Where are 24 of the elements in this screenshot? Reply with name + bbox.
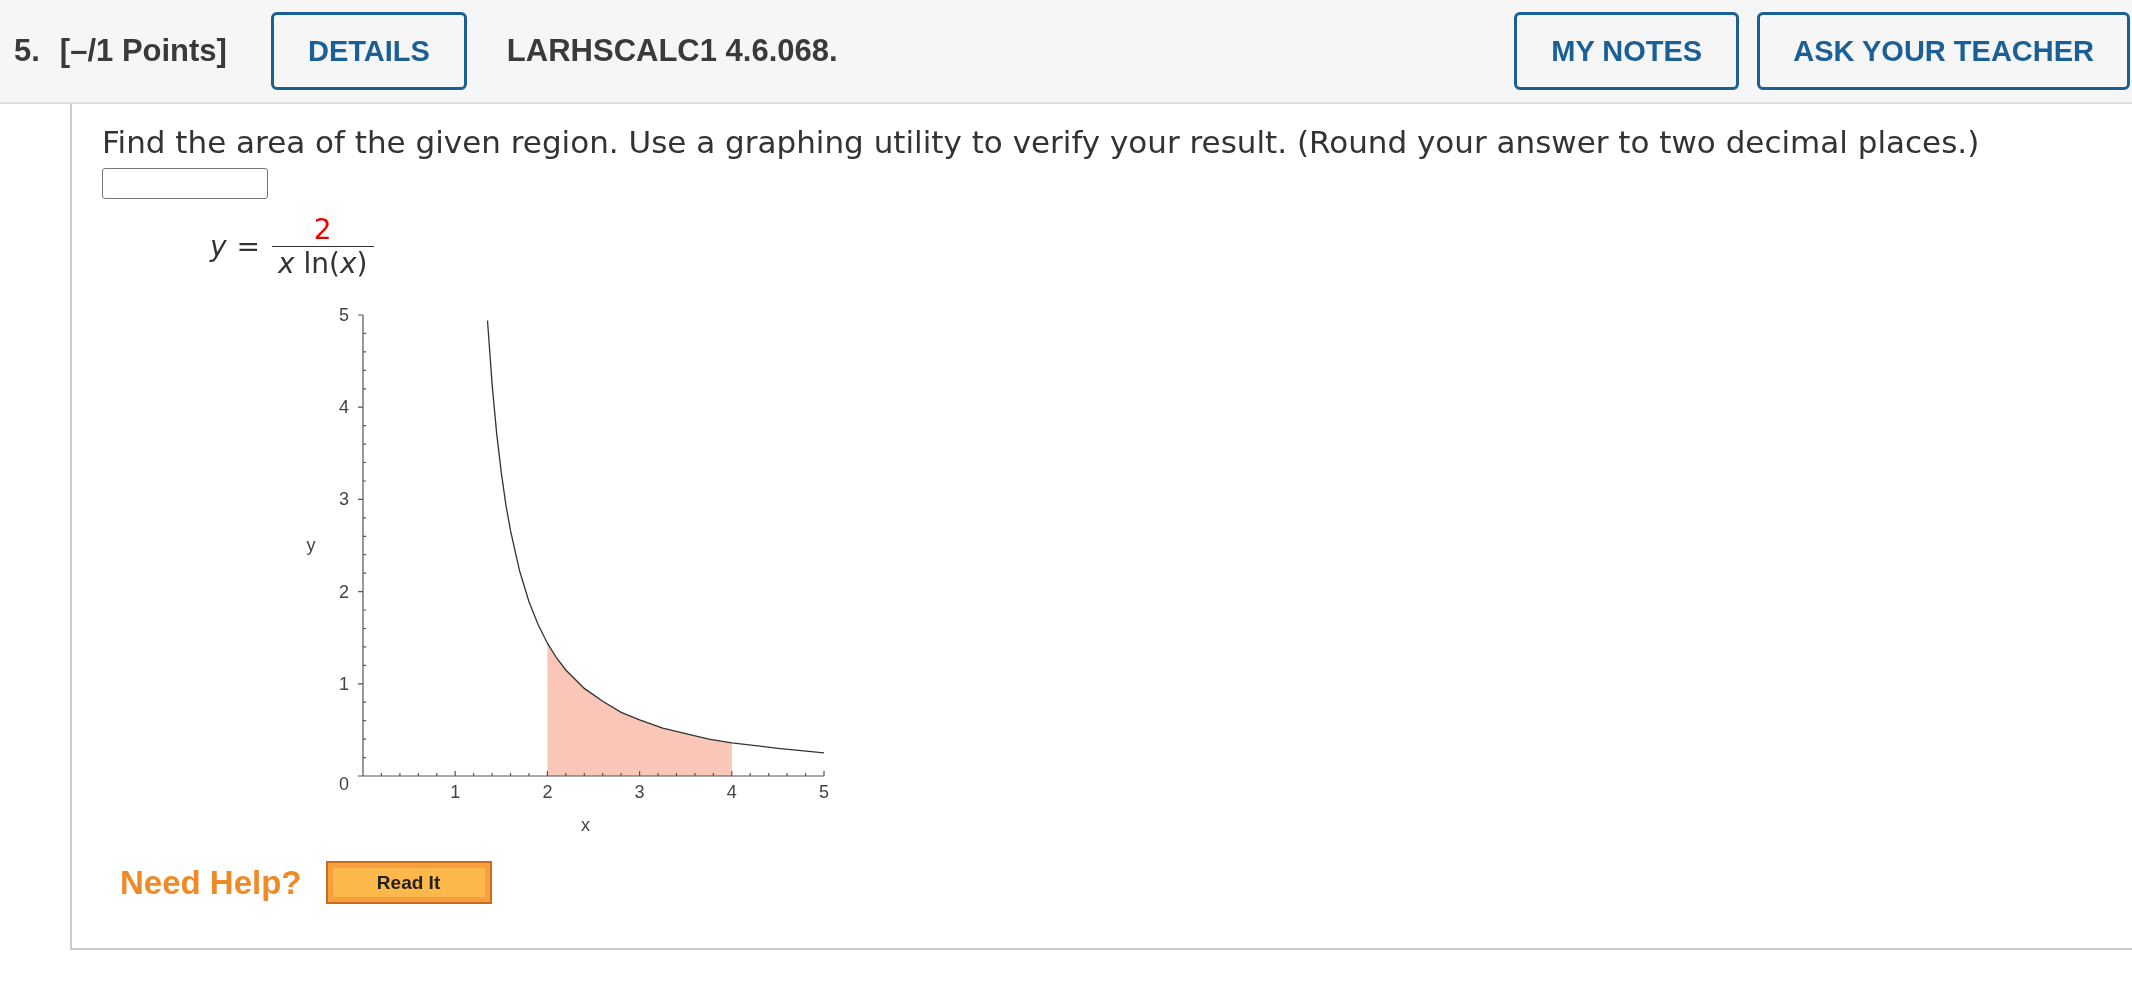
tick-label: 2 <box>542 782 553 802</box>
tick-label: 5 <box>339 305 349 325</box>
tick-label: 3 <box>634 782 645 802</box>
help-label: Need Help? <box>120 863 302 902</box>
ask-teacher-button[interactable]: ASK YOUR TEACHER <box>1757 12 2130 90</box>
tick-label: 2 <box>339 581 349 602</box>
answer-field[interactable] <box>102 168 268 199</box>
details-button[interactable]: DETAILS <box>270 12 467 90</box>
tick-label: 1 <box>450 782 461 802</box>
tick-label: 4 <box>726 782 737 802</box>
tick-label: 3 <box>339 489 349 510</box>
tick-label: 5 <box>819 782 829 802</box>
question-text: Find the area of the given region. Use a graphing utility to verify your result. (Round your answer to two decimal places.) <box>102 124 1980 160</box>
problem-id: LARHSCALC1 4.6.068. <box>506 33 838 69</box>
tick-label: 1 <box>339 673 349 694</box>
axis-label: y <box>306 534 316 555</box>
question-number: 5. <box>14 33 40 69</box>
equation: y = 2 x ln(x) <box>210 213 374 280</box>
axis-label: x <box>581 815 590 835</box>
notes-button[interactable]: MY NOTES <box>1514 12 1740 90</box>
points-label: [–/1 Points] <box>59 33 227 69</box>
tick-label: 4 <box>339 397 349 418</box>
tick-label: 0 <box>339 774 349 794</box>
read-it-button[interactable]: Read It <box>325 861 492 904</box>
